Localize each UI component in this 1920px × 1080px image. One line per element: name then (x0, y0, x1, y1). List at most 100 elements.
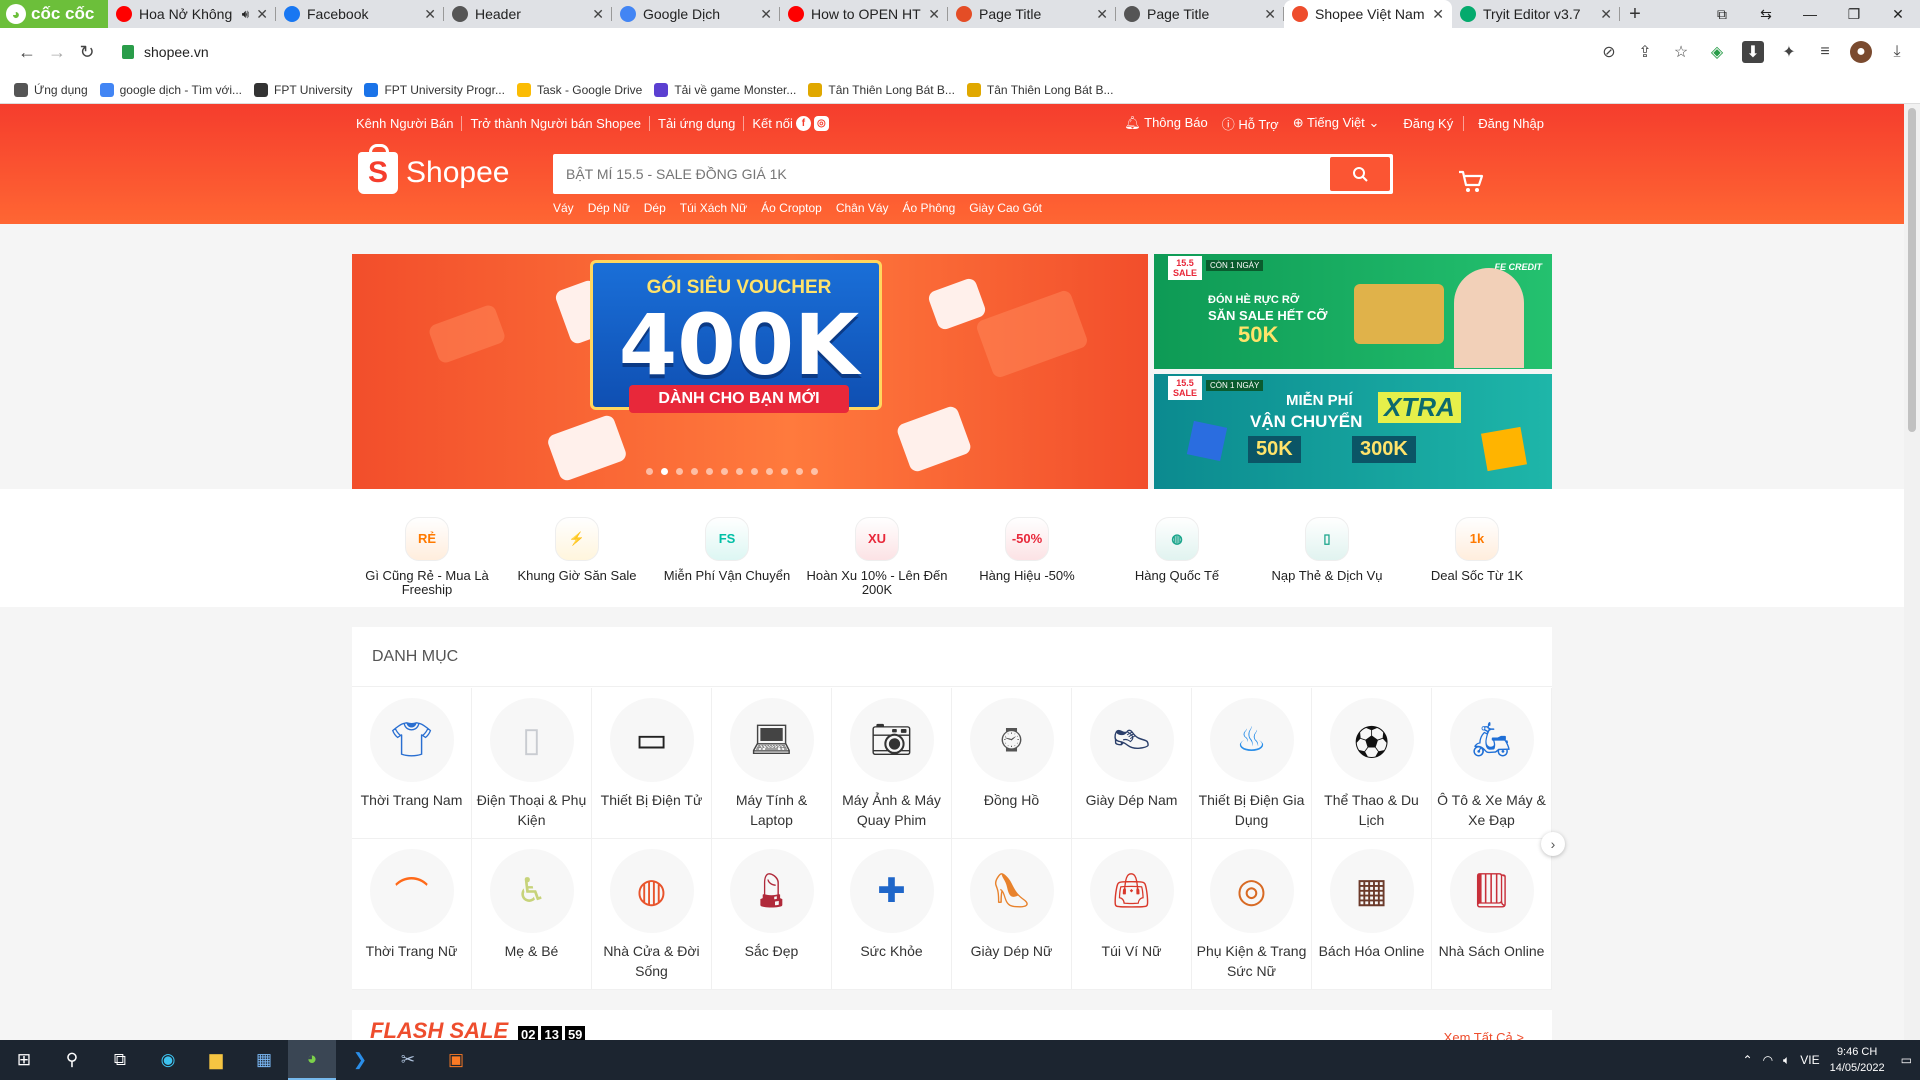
quick-link-item[interactable]: FS Miễn Phí Vận Chuyển (652, 517, 802, 583)
search-button[interactable] (1330, 157, 1390, 191)
browser-brand-button[interactable]: ◕ cốc cốc (0, 0, 108, 28)
register-link[interactable]: Đăng Ký (1403, 115, 1465, 131)
download-app-link[interactable]: Tải ứng dụng (650, 115, 745, 131)
categories-next-button[interactable]: › (1541, 832, 1565, 856)
category-item[interactable]: 📷︎ Máy Ảnh & Máy Quay Phim (832, 688, 952, 839)
category-item[interactable]: 👠︎ Giày Dép Nữ (952, 839, 1072, 990)
category-item[interactable]: ▯ Điện Thoại & Phụ Kiện (472, 688, 592, 839)
url-field[interactable]: shopee.vn (112, 35, 1552, 69)
speaker-icon[interactable]: 🔊︎ (242, 7, 250, 22)
input-language-indicator[interactable]: VIE (1800, 1053, 1819, 1067)
category-item[interactable]: 💄︎ Sắc Đẹp (712, 839, 832, 990)
category-item[interactable]: ⌚︎ Đồng Hồ (952, 688, 1072, 839)
search-keyword-link[interactable]: Giày Cao Gót (969, 201, 1042, 215)
carousel-dot[interactable] (781, 468, 788, 475)
carousel-dot[interactable] (676, 468, 683, 475)
quick-link-item[interactable]: -50% Hàng Hiệu -50% (952, 517, 1102, 583)
browser-tab[interactable]: Google Dịch ✕ (612, 0, 780, 28)
forward-button[interactable]: → (42, 42, 72, 63)
become-seller-link[interactable]: Trở thành Người bán Shopee (462, 115, 650, 131)
bookmark-star-icon[interactable]: ☆ (1670, 41, 1692, 63)
category-item[interactable]: ▭ Thiết Bị Điện Tử (592, 688, 712, 839)
apps-shortcut[interactable]: Ứng dụng (14, 82, 88, 97)
system-clock[interactable]: 9:46 CH 14/05/2022 (1830, 1044, 1885, 1076)
category-item[interactable]: 💻︎ Máy Tính & Laptop (712, 688, 832, 839)
reload-button[interactable]: ↻ (72, 42, 102, 63)
scrollbar-thumb[interactable] (1908, 108, 1916, 432)
seller-center-link[interactable]: Kênh Người Bán (356, 115, 463, 131)
show-hidden-icons-chevron[interactable]: ⌃ (1743, 1053, 1753, 1067)
notifications-link[interactable]: 🔔︎ Thông Báo (1124, 115, 1208, 131)
category-item[interactable]: ◍ Nhà Cửa & Đời Sống (592, 839, 712, 990)
bookmark-item[interactable]: Tải về game Monster... (654, 82, 796, 97)
close-tab-icon[interactable]: ✕ (424, 6, 436, 23)
category-item[interactable]: ♨ Thiết Bị Điện Gia Dụng (1192, 688, 1312, 839)
minimize-button[interactable]: — (1788, 6, 1832, 22)
help-link[interactable]: ⓘ Hỗ Trợ (1222, 114, 1279, 133)
microsoft-store-icon[interactable]: ▦ (240, 1040, 288, 1080)
bookmark-item[interactable]: Task - Google Drive (516, 82, 642, 97)
category-item[interactable]: 📕︎ Nhà Sách Online (1432, 839, 1552, 990)
side-banner-fe-credit[interactable]: 15.5 SALE CÒN 1 NGÀY FE CREDIT ĐÓN HÈ RỰ… (1154, 254, 1552, 369)
new-tab-button[interactable]: + (1620, 0, 1650, 28)
browser-tab[interactable]: Header ✕ (444, 0, 612, 28)
browser-tab[interactable]: Shopee Việt Nam ✕ (1284, 0, 1452, 28)
quick-link-item[interactable]: 1k Deal Sốc Từ 1K (1402, 517, 1552, 583)
windows-start-icon[interactable]: ⊞ (0, 1040, 48, 1080)
quick-link-item[interactable]: ⚡ Khung Giờ Săn Sale (502, 517, 652, 583)
share-icon[interactable]: ⇪ (1634, 41, 1656, 63)
category-item[interactable]: 👜︎ Túi Ví Nữ (1072, 839, 1192, 990)
category-item[interactable]: ▦ Bách Hóa Online (1312, 839, 1432, 990)
bookmark-item[interactable]: google dịch - Tìm với... (99, 82, 242, 97)
category-item[interactable]: ⌒ Thời Trang Nữ (352, 839, 472, 990)
browser-tab[interactable]: Facebook ✕ (276, 0, 444, 28)
login-link[interactable]: Đăng Nhập (1478, 116, 1544, 131)
carousel-dot[interactable] (646, 468, 653, 475)
search-keyword-link[interactable]: Túi Xách Nữ (680, 201, 747, 215)
language-select[interactable]: ⊕ Tiếng Việt ⌄ (1293, 115, 1380, 131)
downloads-icon[interactable]: ⤓ (1886, 41, 1908, 63)
file-explorer-icon[interactable]: ▆ (192, 1040, 240, 1080)
search-keyword-link[interactable]: Áo Croptop (761, 201, 822, 215)
search-keyword-link[interactable]: Chân Váy (836, 201, 889, 215)
search-input[interactable] (556, 157, 1330, 191)
search-keyword-link[interactable]: Dép Nữ (588, 201, 630, 215)
carousel-dot[interactable] (766, 468, 773, 475)
search-keyword-link[interactable]: Váy (553, 201, 574, 215)
browser-tab[interactable]: Page Title ✕ (948, 0, 1116, 28)
flash-sale-see-all-link[interactable]: Xem Tất Cả > (1444, 1030, 1524, 1040)
close-tab-icon[interactable]: ✕ (256, 6, 268, 23)
download-button-icon[interactable]: ⬇ (1742, 41, 1764, 63)
notifications-icon[interactable]: ▭ (1901, 1053, 1912, 1067)
coccoc-taskbar-icon[interactable]: ◕ (288, 1040, 336, 1080)
extensions-icon[interactable]: ✦ (1778, 41, 1800, 63)
close-tab-icon[interactable]: ✕ (1600, 6, 1612, 23)
volume-icon[interactable]: 🔈︎ (1783, 1053, 1790, 1068)
vscode-icon[interactable]: ❯ (336, 1040, 384, 1080)
category-item[interactable]: 👞︎ Giày Dép Nam (1072, 688, 1192, 839)
category-item[interactable]: ◎ Phụ Kiện & Trang Sức Nữ (1192, 839, 1312, 990)
search-keyword-link[interactable]: Dép (644, 201, 666, 215)
close-tab-icon[interactable]: ✕ (592, 6, 604, 23)
carousel-dot[interactable] (736, 468, 743, 475)
carousel-dot[interactable] (721, 468, 728, 475)
carousel-dot[interactable] (661, 468, 668, 475)
bookmark-item[interactable]: Tân Thiên Long Bát B... (808, 82, 955, 97)
cart-icon[interactable] (1458, 170, 1484, 194)
quick-link-item[interactable]: XU Hoàn Xu 10% - Lên Đến 200K (802, 517, 952, 597)
quick-link-item[interactable]: ◍ Hàng Quốc Tế (1102, 517, 1252, 583)
carousel-dot[interactable] (691, 468, 698, 475)
page-scrollbar[interactable] (1904, 104, 1920, 1040)
close-tab-icon[interactable]: ✕ (760, 6, 772, 23)
browser-tab[interactable]: Tryit Editor v3.7 ✕ (1452, 0, 1620, 28)
carousel-dot[interactable] (811, 468, 818, 475)
wifi-icon[interactable]: ◠ (1763, 1053, 1773, 1067)
category-item[interactable]: 🛵︎ Ô Tô & Xe Máy & Xe Đạp (1432, 688, 1552, 839)
browser-tab[interactable]: How to OPEN HT ✕ (780, 0, 948, 28)
close-tab-icon[interactable]: ✕ (1264, 6, 1276, 23)
carousel-dot[interactable] (751, 468, 758, 475)
bookmark-item[interactable]: FPT University (254, 82, 352, 97)
facebook-icon[interactable]: f (795, 115, 811, 131)
profile-avatar[interactable]: ● (1850, 41, 1872, 63)
carousel-dot[interactable] (796, 468, 803, 475)
